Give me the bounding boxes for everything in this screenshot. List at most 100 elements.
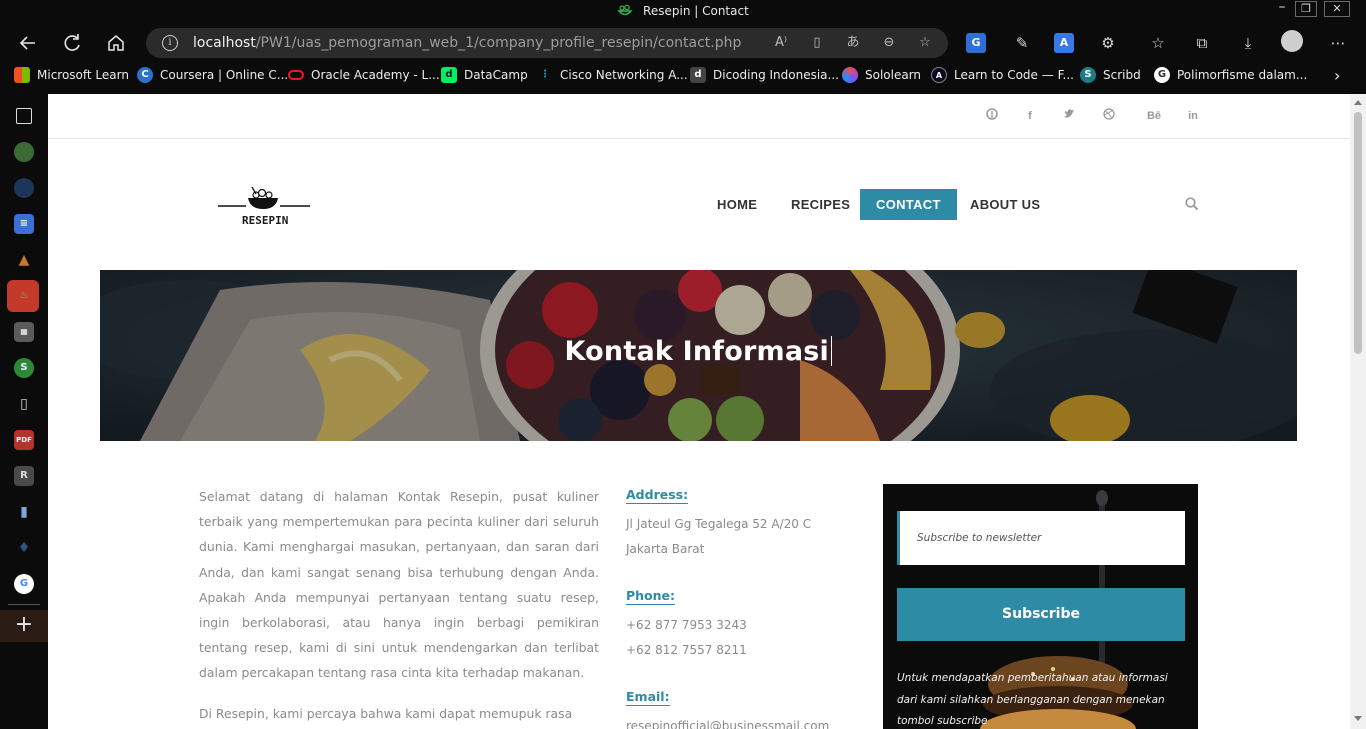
scroll-down-arrow-icon[interactable]: [1354, 716, 1362, 721]
bookmark-polimorfisme[interactable]: G Polimorfisme dalam...: [1154, 66, 1307, 84]
dribbble-icon[interactable]: [1101, 108, 1117, 124]
intro-paragraph-1: Selamat datang di halaman Kontak Resepin…: [199, 489, 599, 681]
google-icon[interactable]: G: [14, 574, 34, 594]
favorites-icon[interactable]: ☆: [1148, 33, 1168, 53]
sidebar-divider: [8, 604, 40, 605]
read-aloud-icon[interactable]: A⁾: [772, 34, 790, 52]
tab-actions-icon[interactable]: [16, 108, 32, 124]
collections-icon[interactable]: ⧉: [1192, 33, 1212, 53]
email-value[interactable]: resepinofficial@businessmail.com: [626, 714, 856, 729]
profile-avatar-icon[interactable]: [1281, 30, 1303, 52]
bookmark-coursera[interactable]: C Coursera | Online C...: [137, 66, 288, 84]
app-icon-s[interactable]: S: [14, 358, 34, 378]
logo-wordmark: RESEPIN: [242, 214, 289, 227]
resepin-favicon-icon: [617, 4, 633, 16]
translate-extension-icon[interactable]: A: [1054, 33, 1074, 53]
oracle-icon: [288, 70, 304, 80]
close-window-button[interactable]: ✕: [1324, 1, 1350, 17]
title-bar: Resepin | Contact – ❐ ✕: [0, 0, 1366, 24]
behance-icon[interactable]: Bē: [1143, 108, 1165, 124]
bookmarks-overflow-chevron-icon[interactable]: ›: [1334, 66, 1340, 85]
bookmark-microsoft-learn[interactable]: Microsoft Learn: [14, 66, 129, 84]
immersive-reader-icon[interactable]: ▯: [808, 34, 826, 52]
app-icon-r[interactable]: R: [14, 466, 34, 486]
bookmark-datacamp[interactable]: d DataCamp: [441, 66, 528, 84]
pinterest-icon[interactable]: [984, 108, 1000, 124]
address-line-2: Jakarta Barat: [626, 542, 705, 556]
scroll-up-arrow-icon[interactable]: [1354, 100, 1362, 105]
page-scrollbar[interactable]: [1350, 94, 1366, 729]
flame-icon[interactable]: ♦: [14, 538, 34, 558]
docs-icon[interactable]: ≡: [14, 214, 34, 234]
minimize-button[interactable]: –: [1271, 0, 1293, 17]
search-icon[interactable]: [1184, 196, 1200, 212]
app-icon-orange[interactable]: ▲: [14, 250, 34, 270]
coursera-icon: C: [137, 67, 153, 83]
facebook-icon[interactable]: f: [1022, 108, 1038, 124]
file-icon[interactable]: ▯: [14, 394, 34, 414]
social-topbar: f Bē in: [48, 94, 1350, 139]
cisco-icon: ⋮: [540, 69, 550, 80]
add-favorite-icon[interactable]: ☆: [916, 34, 934, 52]
document-icon[interactable]: ▮: [14, 502, 34, 522]
dicoding-icon: d: [690, 67, 706, 83]
site-logo[interactable]: RESEPIN: [216, 184, 312, 228]
url-text[interactable]: localhost/PW1/uas_pemograman_web_1/compa…: [193, 35, 741, 51]
newsletter-box: Subscribe to newsletter Subscribe Untuk …: [883, 484, 1198, 729]
google-translate-extension-icon[interactable]: G: [966, 33, 986, 53]
bookmarks-bar: Microsoft Learn C Coursera | Online C... …: [0, 62, 1366, 88]
newsletter-note: Untuk mendapatkan pemberitahuan atau inf…: [897, 672, 1168, 727]
refresh-icon[interactable]: [59, 30, 85, 56]
contact-info: Address: Jl Jateul Gg Tegalega 52 A/20 C…: [626, 484, 856, 729]
phone-label: Phone:: [626, 588, 676, 605]
back-icon[interactable]: [15, 30, 41, 56]
window-title: Resepin | Contact: [0, 4, 1366, 18]
settings-more-icon[interactable]: ⋯: [1328, 33, 1348, 53]
phone-1: +62 877 7953 3243: [626, 618, 747, 632]
zoom-icon[interactable]: ⊖: [880, 34, 898, 52]
text-caret: [830, 336, 833, 366]
nav-recipes[interactable]: RECIPES: [775, 189, 866, 220]
intro-text: Selamat datang di halaman Kontak Resepin…: [199, 484, 599, 729]
web-page: f Bē in RESEPIN HOME RECIPES CONTACT ABO…: [48, 94, 1350, 729]
add-sidebar-app-icon[interactable]: +: [0, 610, 48, 642]
app-icon-gray[interactable]: ▦: [14, 322, 34, 342]
nav-home[interactable]: HOME: [701, 189, 773, 220]
bookmark-scribd[interactable]: S Scribd: [1080, 66, 1141, 84]
scrollbar-thumb[interactable]: [1354, 112, 1362, 354]
linkedin-icon[interactable]: in: [1185, 108, 1201, 124]
translate-icon[interactable]: あ: [844, 34, 862, 52]
nav-contact[interactable]: CONTACT: [860, 189, 957, 220]
datacamp-icon: d: [441, 67, 457, 83]
edge-sidebar: ≡ ▲ ♨ ▦ S ▯ PDF R ▮ ♦ G +: [0, 94, 48, 729]
bookmark-cisco[interactable]: ⋮ Cisco Networking A...: [537, 66, 688, 84]
address-bar[interactable]: i localhost/PW1/uas_pemograman_web_1/com…: [146, 28, 948, 58]
bowl-logo-icon: [218, 186, 310, 209]
phone-2: +62 812 7557 8211: [626, 643, 747, 657]
address-label: Address:: [626, 487, 689, 504]
downloads-icon[interactable]: ⤓: [1238, 33, 1258, 53]
bookmark-sololearn[interactable]: Sololearn: [842, 66, 921, 84]
twitter-icon[interactable]: [1061, 108, 1077, 124]
hero-title: Kontak Informasi: [100, 336, 1297, 367]
nav-about-us[interactable]: ABOUT US: [954, 189, 1056, 220]
extension-pen-icon[interactable]: ✎: [1012, 33, 1032, 53]
pdf-icon[interactable]: PDF: [14, 430, 34, 450]
freecodecamp-icon: A: [931, 67, 947, 83]
app-icon-blue[interactable]: [14, 178, 34, 198]
bookmark-dicoding[interactable]: d Dicoding Indonesia...: [690, 66, 839, 84]
app-icon-green[interactable]: [14, 142, 34, 162]
bookmark-freecodecamp[interactable]: A Learn to Code — F...: [931, 66, 1074, 84]
address-line-1: Jl Jateul Gg Tegalega 52 A/20 C: [626, 517, 812, 531]
sololearn-icon: [842, 67, 858, 83]
browser-toolbar: i localhost/PW1/uas_pemograman_web_1/com…: [0, 24, 1366, 62]
home-icon[interactable]: [103, 30, 129, 56]
newsletter-email-input[interactable]: Subscribe to newsletter: [897, 511, 1185, 565]
extensions-icon[interactable]: ⚙: [1098, 33, 1118, 53]
bookmark-oracle-academy[interactable]: Oracle Academy - L...: [288, 66, 440, 84]
restore-button[interactable]: ❐: [1295, 1, 1317, 17]
subscribe-button[interactable]: Subscribe: [897, 588, 1185, 641]
resepin-app-icon[interactable]: ♨: [14, 286, 34, 306]
hero-banner: Kontak Informasi: [100, 270, 1297, 441]
site-info-icon[interactable]: i: [162, 35, 178, 51]
